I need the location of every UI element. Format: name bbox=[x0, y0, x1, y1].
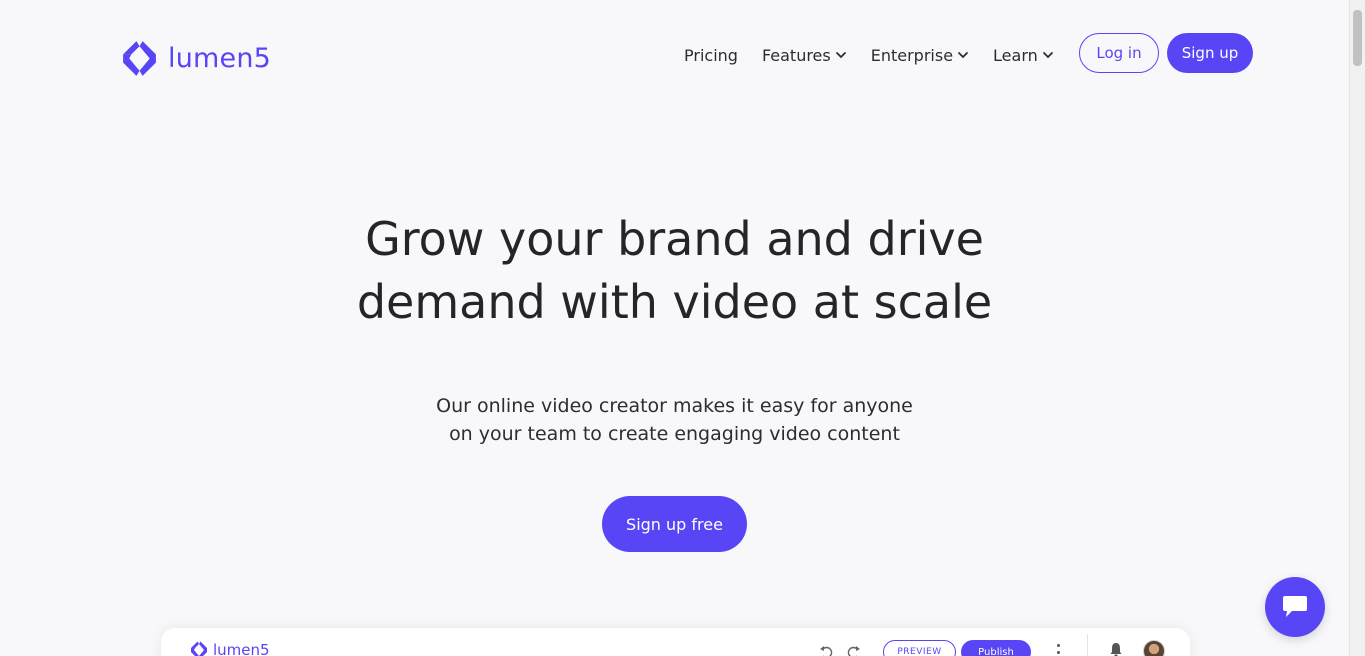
publish-button[interactable]: Publish bbox=[961, 640, 1031, 656]
hero-subtitle: Our online video creator makes it easy f… bbox=[0, 392, 1349, 448]
login-button[interactable]: Log in bbox=[1079, 33, 1159, 73]
page-scrollbar[interactable] bbox=[1349, 0, 1365, 656]
redo-icon[interactable] bbox=[847, 645, 861, 656]
more-options-icon[interactable] bbox=[1056, 644, 1060, 656]
chat-launcher-button[interactable] bbox=[1265, 577, 1325, 637]
nav-item-label: Learn bbox=[993, 45, 1038, 65]
lumen5-logo-icon bbox=[123, 41, 156, 76]
signup-button[interactable]: Sign up bbox=[1167, 33, 1253, 73]
nav-item-label: Features bbox=[761, 45, 831, 65]
preview-logo: lumen5 bbox=[189, 640, 270, 656]
hero-title-line: demand with video at scale bbox=[356, 275, 993, 329]
page: lumen5 Pricing Features Enterprise Learn… bbox=[0, 0, 1365, 656]
hero-title: Grow your brand and drive demand with vi… bbox=[0, 208, 1349, 334]
chevron-down-icon bbox=[835, 52, 846, 59]
chevron-down-icon bbox=[958, 52, 968, 59]
nav-item-learn[interactable]: Learn bbox=[993, 46, 1054, 65]
nav-item-features[interactable]: Features bbox=[762, 46, 847, 65]
nav-item-pricing[interactable]: Pricing bbox=[684, 46, 738, 65]
undo-icon[interactable] bbox=[819, 645, 833, 656]
main-nav: Pricing Features Enterprise Learn bbox=[684, 41, 1078, 69]
lumen5-logo-icon bbox=[191, 641, 207, 656]
nav-item-enterprise[interactable]: Enterprise bbox=[871, 46, 969, 65]
chat-bubble-icon bbox=[1283, 596, 1307, 617]
avatar[interactable] bbox=[1143, 640, 1165, 656]
hero-subtitle-line: on your team to create engaging video co… bbox=[449, 423, 900, 445]
notification-bell-icon[interactable] bbox=[1109, 642, 1123, 656]
signup-free-button[interactable]: Sign up free bbox=[602, 496, 747, 552]
preview-button[interactable]: PREVIEW bbox=[883, 640, 956, 656]
nav-item-label: Enterprise bbox=[870, 45, 954, 65]
nav-item-label: Pricing bbox=[684, 45, 738, 65]
chevron-down-icon bbox=[1042, 52, 1053, 59]
brand-logo[interactable]: lumen5 bbox=[119, 38, 271, 79]
brand-name: lumen5 bbox=[168, 43, 272, 74]
preview-brand-name: lumen5 bbox=[213, 641, 270, 656]
hero-subtitle-line: Our online video creator makes it easy f… bbox=[436, 395, 913, 417]
divider bbox=[1087, 634, 1088, 656]
scrollbar-thumb[interactable] bbox=[1353, 10, 1362, 66]
app-preview: lumen5 PREVIEW Publish bbox=[161, 628, 1190, 656]
hero-title-line: Grow your brand and drive bbox=[365, 212, 984, 266]
